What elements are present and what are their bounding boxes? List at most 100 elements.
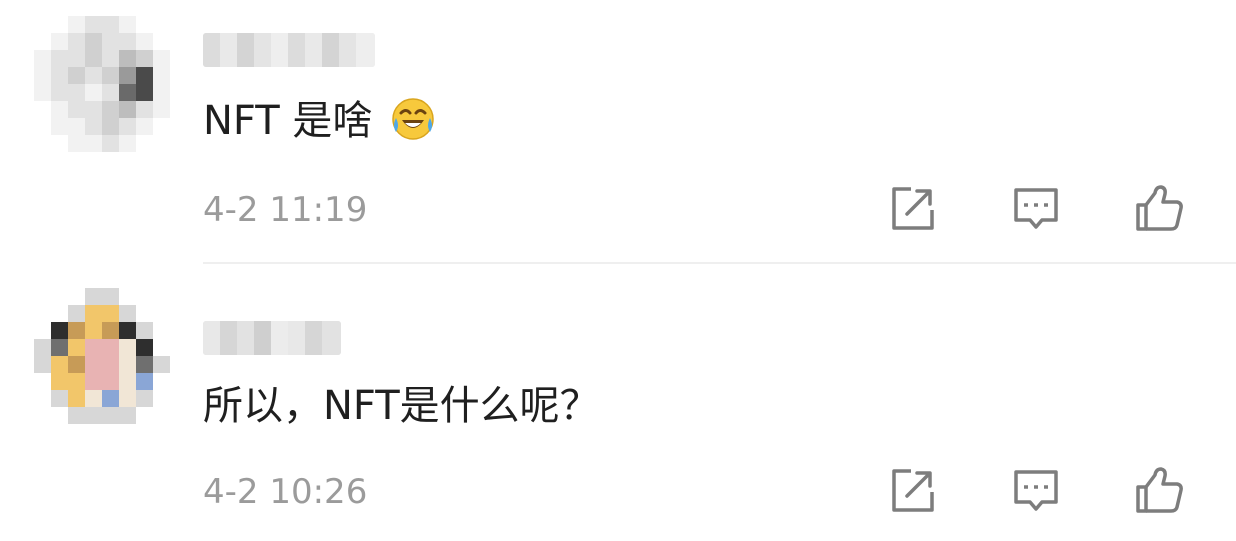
avatar-pixel: [68, 135, 85, 152]
avatar-pixel: [136, 33, 153, 50]
avatar-pixel: [68, 356, 85, 373]
avatar-pixel: [102, 50, 119, 67]
username-blur-block: [288, 321, 305, 355]
avatar-pixel: [34, 16, 51, 33]
reply-icon: [1014, 188, 1058, 229]
avatar-pixel: [34, 339, 51, 356]
username-blurred[interactable]: [203, 33, 375, 67]
avatar[interactable]: [34, 288, 170, 424]
avatar-pixel: [85, 16, 102, 33]
avatar-pixel: [153, 135, 170, 152]
avatar-pixel: [153, 101, 170, 118]
avatar-pixel: [119, 50, 136, 67]
comment-text: NFT 是啥: [203, 96, 436, 145]
username-blur-block: [322, 321, 341, 355]
avatar-pixel: [136, 339, 153, 356]
avatar-pixel: [34, 101, 51, 118]
avatar-pixel: [119, 288, 136, 305]
avatar-pixel: [136, 356, 153, 373]
avatar-pixel: [119, 407, 136, 424]
avatar-pixel: [51, 50, 68, 67]
avatar-pixel: [85, 50, 102, 67]
username-blur-block: [288, 33, 305, 67]
avatar-pixel: [136, 135, 153, 152]
avatar-pixel: [153, 67, 170, 84]
username-blur-block: [339, 33, 356, 67]
username-blur-block: [237, 321, 254, 355]
timestamp: 4-2 10:26: [203, 472, 368, 512]
username-blur-block: [305, 33, 322, 67]
avatar-pixel: [85, 288, 102, 305]
avatar-pixel: [68, 407, 85, 424]
avatar-pixel: [85, 67, 102, 84]
avatar-pixel: [51, 135, 68, 152]
avatar-pixel: [136, 305, 153, 322]
avatar-pixel: [102, 339, 119, 356]
avatar-pixel: [153, 407, 170, 424]
avatar-pixel: [51, 33, 68, 50]
username-blur-block: [254, 33, 271, 67]
avatar-pixel: [34, 373, 51, 390]
username-blur-block: [220, 321, 237, 355]
avatar-pixel: [51, 84, 68, 101]
avatar-pixel: [34, 118, 51, 135]
avatar-pixel: [85, 322, 102, 339]
avatar-pixel: [34, 305, 51, 322]
avatar-pixel: [68, 33, 85, 50]
avatar-pixel: [34, 407, 51, 424]
avatar-pixel: [85, 101, 102, 118]
avatar-pixel: [153, 16, 170, 33]
avatar-pixel: [119, 305, 136, 322]
avatar-pixel: [51, 339, 68, 356]
avatar-pixel: [119, 339, 136, 356]
avatar-pixel: [136, 84, 153, 101]
avatar-pixel: [68, 16, 85, 33]
avatar-pixel: [119, 135, 136, 152]
reply-button[interactable]: [1008, 462, 1064, 518]
avatar-pixel: [119, 322, 136, 339]
avatar-pixel: [85, 84, 102, 101]
share-icon: [892, 187, 934, 230]
avatar-pixel: [136, 101, 153, 118]
avatar-pixel: [119, 33, 136, 50]
avatar-pixel: [136, 390, 153, 407]
avatar-pixel: [34, 135, 51, 152]
avatar-pixel: [102, 305, 119, 322]
like-button[interactable]: [1131, 180, 1187, 236]
avatar-pixel: [153, 50, 170, 67]
avatar-pixel: [85, 407, 102, 424]
avatar-pixel: [34, 67, 51, 84]
avatar-pixel: [102, 135, 119, 152]
avatar-pixel: [34, 84, 51, 101]
avatar-pixel: [85, 390, 102, 407]
username-blurred[interactable]: [203, 321, 341, 355]
avatar-pixel: [68, 84, 85, 101]
avatar-pixel: [51, 67, 68, 84]
avatar-pixel: [102, 288, 119, 305]
like-button[interactable]: [1131, 462, 1187, 518]
avatar-pixel: [153, 288, 170, 305]
avatar-pixel: [85, 118, 102, 135]
avatar-pixel: [85, 339, 102, 356]
username-blur-block: [271, 321, 288, 355]
avatar-pixel: [85, 135, 102, 152]
avatar-pixel: [119, 373, 136, 390]
avatar-pixel: [68, 305, 85, 322]
avatar-pixel: [68, 322, 85, 339]
avatar-pixel: [68, 50, 85, 67]
reply-button[interactable]: [1008, 180, 1064, 236]
avatar-pixel: [102, 118, 119, 135]
avatar-pixel: [136, 407, 153, 424]
avatar-pixel: [102, 16, 119, 33]
share-button[interactable]: [885, 462, 941, 518]
avatar-pixel: [34, 288, 51, 305]
share-button[interactable]: [885, 180, 941, 236]
avatar-pixel: [136, 118, 153, 135]
avatar[interactable]: [34, 16, 170, 152]
avatar-pixel: [34, 33, 51, 50]
username-blur-block: [271, 33, 288, 67]
laughing-crying-emoji-icon: [390, 96, 436, 142]
avatar-pixel: [153, 118, 170, 135]
avatar-pixel: [51, 356, 68, 373]
reply-icon: [1014, 470, 1058, 511]
